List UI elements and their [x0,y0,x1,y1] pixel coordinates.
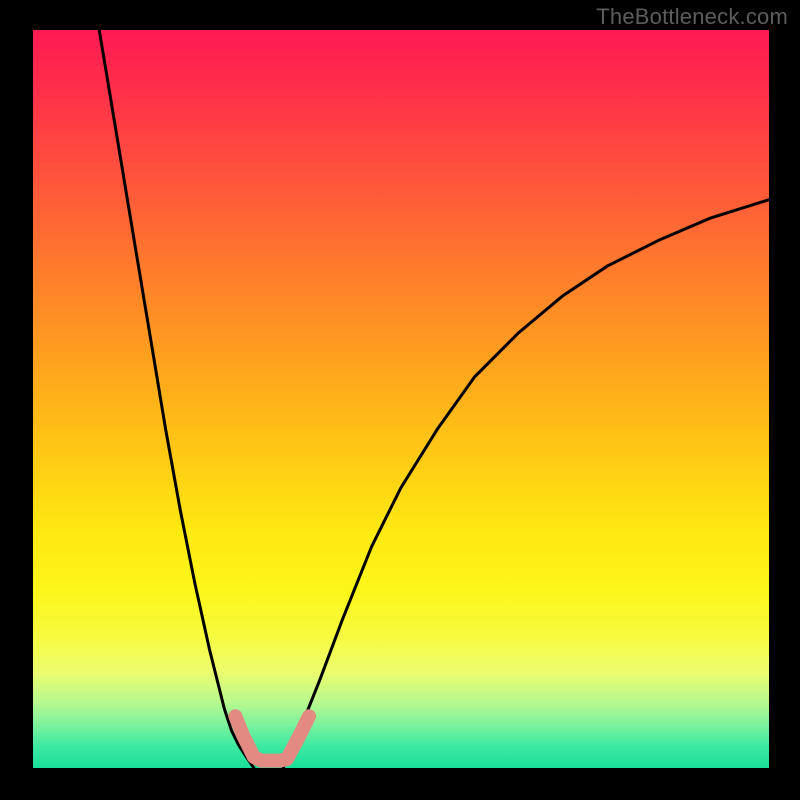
watermark-label: TheBottleneck.com [596,4,788,30]
left-branch-path [99,30,254,768]
chart-frame: TheBottleneck.com [0,0,800,800]
plot-area [33,30,769,768]
curve-layer [33,30,769,768]
valley-marker-path [235,716,309,760]
right-branch-path [283,200,769,768]
